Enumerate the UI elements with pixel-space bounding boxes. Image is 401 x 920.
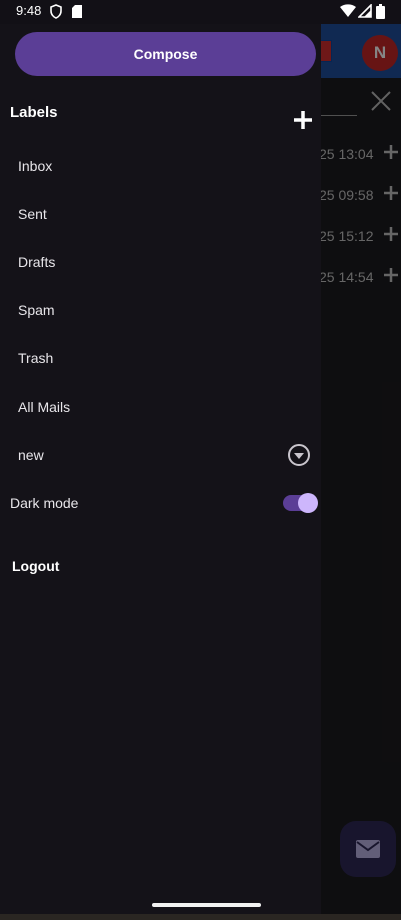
wifi-icon xyxy=(340,4,356,17)
dark-mode-label: Dark mode xyxy=(10,495,79,511)
toggle-thumb xyxy=(298,493,318,513)
expand-more-icon[interactable] xyxy=(287,443,311,467)
label-item-new[interactable]: new xyxy=(0,435,321,475)
compose-button[interactable]: Compose xyxy=(15,32,316,76)
battery-icon xyxy=(376,4,385,19)
label-item-trash[interactable]: Trash xyxy=(0,338,321,378)
navigation-drawer: Compose Labels Inbox Sent Drafts Spam Tr… xyxy=(0,24,321,920)
dark-mode-toggle[interactable] xyxy=(283,493,319,513)
signal-icon xyxy=(358,4,372,18)
shield-icon xyxy=(50,4,62,19)
bottom-edge xyxy=(0,914,401,920)
label-item-inbox[interactable]: Inbox xyxy=(0,146,321,186)
labels-heading: Labels xyxy=(10,104,58,121)
sd-card-icon xyxy=(72,5,82,18)
plus-icon xyxy=(294,111,312,129)
label-item-sent[interactable]: Sent xyxy=(0,194,321,234)
label-item-spam[interactable]: Spam xyxy=(0,290,321,330)
status-bar: 9:48 xyxy=(0,0,401,24)
dark-mode-row: Dark mode xyxy=(0,483,321,523)
gesture-bar[interactable] xyxy=(152,903,261,907)
label-item-drafts[interactable]: Drafts xyxy=(0,242,321,282)
logout-button[interactable]: Logout xyxy=(12,558,59,574)
status-time: 9:48 xyxy=(16,3,42,18)
add-label-button[interactable] xyxy=(291,108,315,132)
label-item-all-mails[interactable]: All Mails xyxy=(0,387,321,427)
